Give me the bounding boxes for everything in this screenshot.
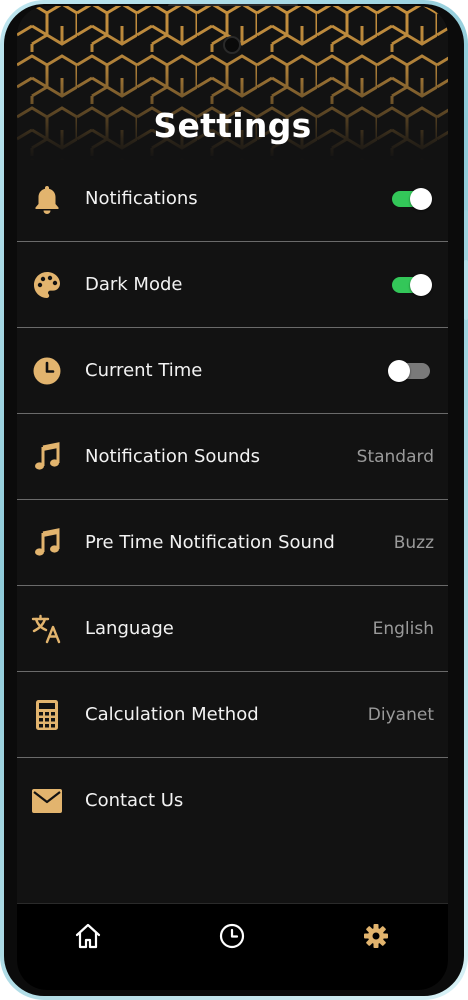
power-button	[464, 260, 468, 320]
setting-value: Standard	[356, 446, 434, 467]
home-icon	[75, 923, 101, 949]
setting-language[interactable]: Language English	[17, 586, 448, 672]
setting-value: English	[372, 618, 434, 639]
palette-icon	[31, 269, 63, 301]
setting-current-time[interactable]: Current Time	[17, 328, 448, 414]
nav-settings[interactable]	[361, 921, 391, 951]
setting-label: Pre Time Notification Sound	[85, 532, 335, 553]
app-screen: Settings Notifications Dark Mode Current…	[17, 6, 448, 990]
notifications-toggle[interactable]	[392, 187, 432, 210]
clock-icon	[219, 923, 245, 949]
bell-icon	[31, 183, 63, 215]
setting-value: Buzz	[393, 532, 434, 553]
setting-dark-mode[interactable]: Dark Mode	[17, 242, 448, 328]
setting-label: Contact Us	[85, 790, 184, 811]
setting-label: Current Time	[85, 360, 203, 381]
calculator-icon	[31, 699, 63, 731]
envelope-icon	[31, 785, 63, 817]
gear-icon	[364, 924, 388, 948]
nav-prayer-times[interactable]	[217, 921, 247, 951]
setting-notification-sounds[interactable]: Notification Sounds Standard	[17, 414, 448, 500]
toggle-knob	[410, 187, 432, 210]
music-note-icon	[31, 441, 63, 473]
page-title: Settings	[153, 106, 312, 145]
setting-label: Notification Sounds	[85, 446, 261, 467]
dark-mode-toggle[interactable]	[392, 273, 432, 296]
setting-notifications[interactable]: Notifications	[17, 156, 448, 242]
setting-value: Diyanet	[367, 704, 434, 725]
setting-pre-time-notification-sound[interactable]: Pre Time Notification Sound Buzz	[17, 500, 448, 586]
front-camera	[223, 36, 241, 54]
clock-icon	[31, 355, 63, 387]
setting-label: Notifications	[85, 188, 198, 209]
setting-label: Language	[85, 618, 174, 639]
header: Settings	[17, 6, 448, 161]
setting-calculation-method[interactable]: Calculation Method Diyanet	[17, 672, 448, 758]
nav-home[interactable]	[73, 921, 103, 951]
current-time-toggle[interactable]	[388, 359, 430, 382]
translate-icon	[31, 613, 63, 645]
music-note-icon	[31, 527, 63, 559]
setting-contact-us[interactable]: Contact Us	[17, 758, 448, 843]
toggle-knob	[388, 359, 410, 382]
settings-list: Notifications Dark Mode Current Time Not…	[17, 156, 448, 843]
toggle-knob	[410, 273, 432, 296]
setting-label: Dark Mode	[85, 274, 183, 295]
phone-frame: Settings Notifications Dark Mode Current…	[0, 0, 468, 1000]
bottom-nav	[17, 903, 448, 990]
setting-label: Calculation Method	[85, 704, 259, 725]
